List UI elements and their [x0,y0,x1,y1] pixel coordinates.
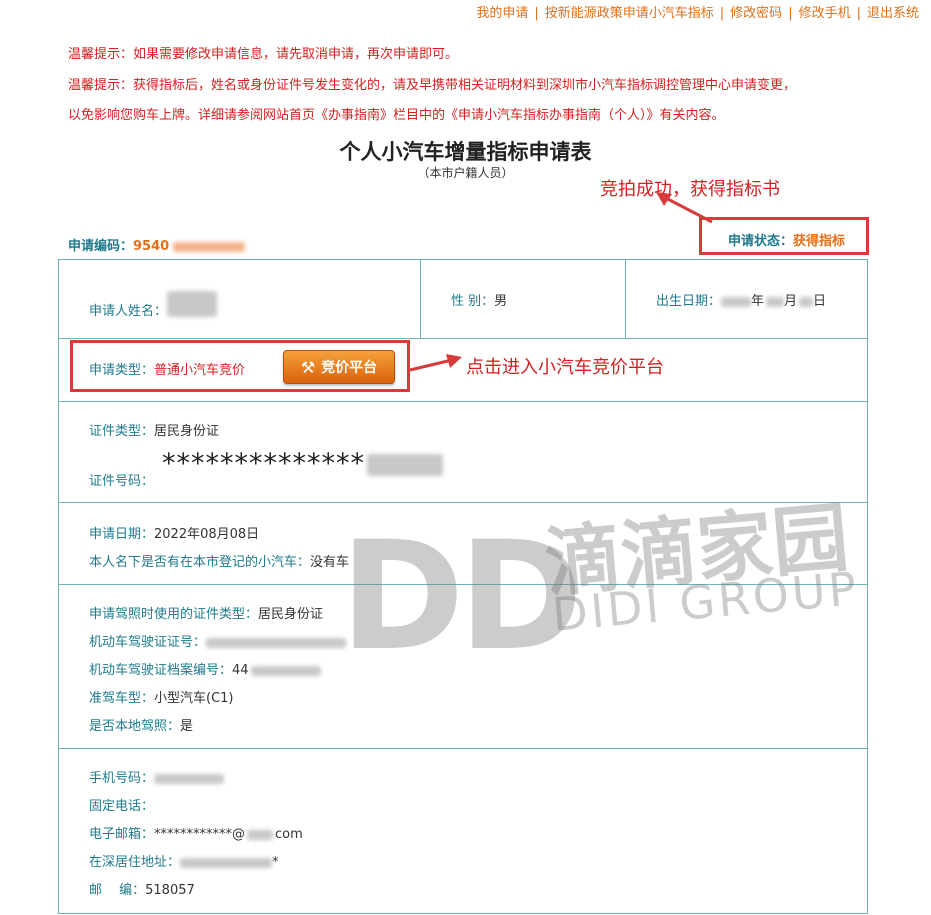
license-class-label: 准驾车型： [89,691,155,706]
email-label: 电子邮箱： [89,827,155,842]
postcode-value: 518057 [145,883,195,898]
license-file-number: 机动车驾驶证档案编号：44 [89,659,321,678]
application-number-label: 申请编码： [68,239,134,254]
redacted-block [250,665,321,676]
cert-type-label: 证件类型： [89,424,155,439]
redacted-block [721,296,752,307]
nav-change-phone[interactable]: 修改手机 [799,6,851,21]
application-status: 申请状态：获得指标 [699,217,869,255]
license-class-value: 小型汽车(C1) [154,691,234,706]
registered-car: 本人名下是否有在本市登记的小汽车：没有车 [89,551,349,570]
nav-separator: | [788,6,793,21]
redacted-block [167,290,218,317]
certificate-type: 证件类型：居民身份证 [89,420,219,439]
license-cert-type: 申请驾照时使用的证件类型：居民身份证 [89,603,323,622]
license-local: 是否本地驾照：是 [89,715,193,734]
certificate-number-masked: ************** [162,448,365,479]
cell-name: 申请人姓名： [59,260,421,338]
redacted-block [154,773,225,784]
applicant-name: 申请人姓名： [89,290,218,319]
name-label: 申请人姓名： [89,304,168,319]
license-file-prefix: 44 [232,663,249,678]
redacted-block [766,296,785,307]
cert-type-value: 居民身份证 [154,424,220,439]
bidding-platform-button[interactable]: ⚒ 竞价平台 [283,350,395,384]
contact-tel: 固定电话： [89,795,154,814]
bidding-platform-button-label: 竞价平台 [321,360,378,376]
tip-cancel-reapply: 温馨提示：如果需要修改申请信息，请先取消申请，再次申请即可。 [68,47,459,62]
application-number: 申请编码：9540 [68,235,246,254]
contact-phone: 手机号码： [89,767,225,786]
cert-number-label: 证件号码： [89,474,155,489]
license-local-value: 是 [180,719,194,734]
contact-postcode: 邮 编：518057 [89,879,195,898]
tel-label: 固定电话： [89,799,155,814]
date-value: 2022年08月08日 [154,527,260,542]
status-label: 申请状态： [728,234,794,249]
redacted-block [799,296,814,307]
birth-label: 出生日期： [656,294,722,309]
redacted-block [367,453,443,476]
certificate-number-label-line: 证件号码： [89,470,154,489]
contact-email: 电子邮箱：************@ com [89,823,303,842]
redacted-block [180,857,273,868]
application-number-value: 9540 [133,239,170,254]
address-label: 在深居住地址： [89,855,181,870]
redacted-block [173,241,246,252]
nav-separator: | [534,6,539,21]
form-row-license: 申请驾照时使用的证件类型：居民身份证 机动车驾驶证证号： 机动车驾驶证档案编号：… [59,585,867,749]
gavel-icon: ⚒ [300,357,316,377]
nav-my-application[interactable]: 我的申请 [476,6,528,21]
phone-label: 手机号码： [89,771,155,786]
nav-separator: | [856,6,861,21]
postcode-label: 邮 编： [89,883,146,898]
birth-month-unit: 月 [784,294,798,309]
nav-new-energy-application[interactable]: 按新能源政策申请小汽车指标 [545,6,714,21]
page-title: 个人小汽车增量指标申请表 [339,140,592,164]
license-number-label: 机动车驾驶证证号： [89,635,207,650]
nav-change-password[interactable]: 修改密码 [730,6,782,21]
contact-address: 在深居住地址： * [89,851,279,870]
cell-gender: 性 别：男 [421,260,626,338]
annotation-platform: 点击进入小汽车竞价平台 [466,357,664,378]
car-label: 本人名下是否有在本市登记的小汽车： [89,555,311,570]
email-masked: ************@ [154,827,246,842]
gender-value: 男 [494,294,508,309]
application-date: 申请日期：2022年08月08日 [89,523,259,542]
top-nav: 我的申请 | 按新能源政策申请小汽车指标 | 修改密码 | 修改手机 | 退出系统 [476,2,919,21]
address-suffix: * [272,855,279,870]
license-cert-type-value: 居民身份证 [258,607,324,622]
birth-year-unit: 年 [751,294,765,309]
applicant-gender: 性 别：男 [451,290,507,309]
license-number: 机动车驾驶证证号： [89,631,347,650]
birth-day-unit: 日 [813,294,827,309]
status-value: 获得指标 [793,234,846,249]
page-subtitle: （本市户籍人员） [417,166,514,180]
nav-logout[interactable]: 退出系统 [867,6,919,21]
nav-separator: | [719,6,725,21]
redacted-block [206,637,347,648]
applicant-birth: 出生日期： 年 月日 [656,290,826,309]
tip-change-info: 温馨提示：获得指标后，姓名或身份证件号发生变化的，请及早携带相关证明材料到深圳市… [68,78,797,93]
form-row-contact: 手机号码： 固定电话： 电子邮箱：************@ com 在深居住地址… [59,749,867,915]
form-row-application-info: 申请日期：2022年08月08日 本人名下是否有在本市登记的小汽车：没有车 [59,503,867,585]
license-cert-type-label: 申请驾照时使用的证件类型： [89,607,259,622]
gender-label: 性 别： [451,294,495,309]
certificate-number: ************** [162,448,443,479]
annotation-arrow-platform [409,354,462,372]
date-label: 申请日期： [89,527,155,542]
tip-guide: 以免影响您购车上牌。详细请参阅网站首页《办事指南》栏目中的《申请小汽车指标办事指… [68,108,725,123]
license-class: 准驾车型：小型汽车(C1) [89,687,234,706]
form-row-applicant: 申请人姓名： 性 别：男 出生日期： 年 月日 [59,260,867,339]
cell-birth: 出生日期： 年 月日 [626,260,867,338]
redacted-block [247,829,274,840]
car-value: 没有车 [310,555,350,570]
email-suffix: com [275,827,303,842]
license-local-label: 是否本地驾照： [89,719,181,734]
license-file-label: 机动车驾驶证档案编号： [89,663,233,678]
